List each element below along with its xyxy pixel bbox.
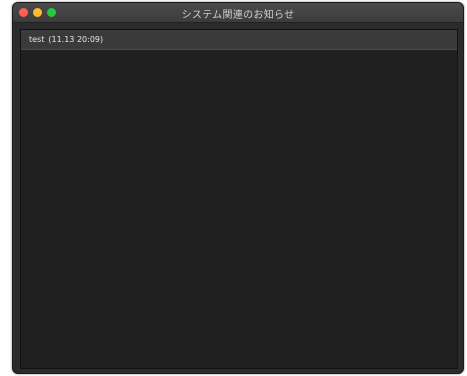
window-title: システム関連のお知らせ [181, 10, 295, 21]
title-bar[interactable]: システム関連のお知らせ [13, 3, 463, 23]
notice-list: test (11.13 20:09) [20, 29, 458, 369]
notice-title: test [29, 35, 45, 44]
notice-timestamp: (11.13 20:09) [48, 35, 104, 44]
notice-item-text: test (11.13 20:09) [29, 35, 103, 44]
notice-window: システム関連のお知らせ test (11.13 20:09) [12, 2, 464, 374]
notice-item[interactable]: test (11.13 20:09) [21, 30, 457, 50]
